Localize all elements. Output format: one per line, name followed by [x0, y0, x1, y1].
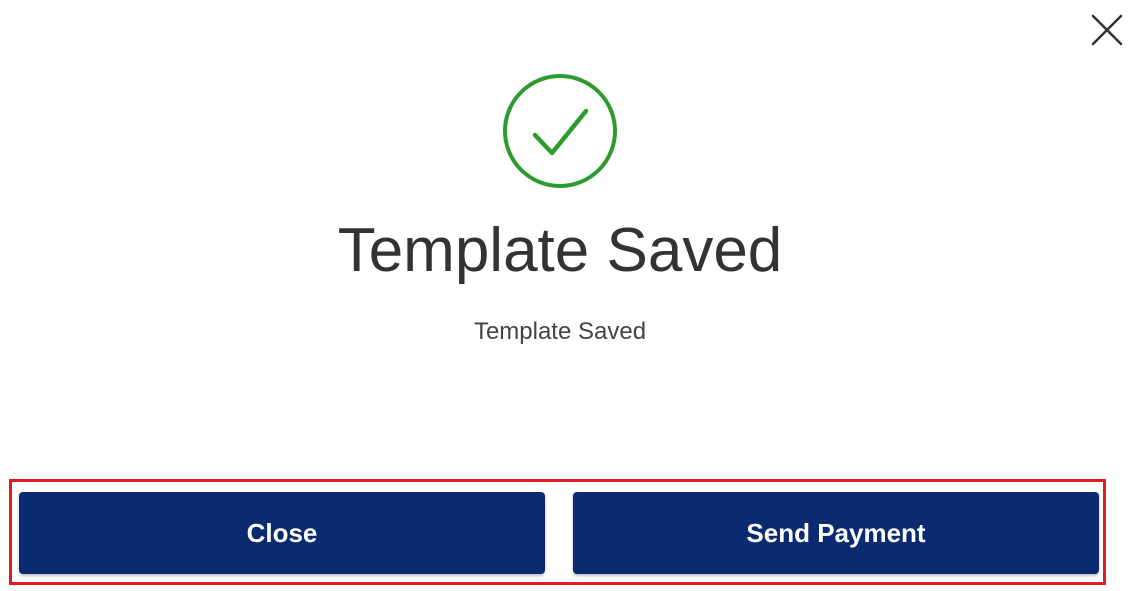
send-payment-button[interactable]: Send Payment — [573, 492, 1099, 574]
close-button[interactable]: Close — [19, 492, 545, 574]
close-x-icon[interactable] — [1090, 13, 1124, 47]
dialog-message: Template Saved — [473, 318, 647, 345]
check-circle-icon — [502, 73, 618, 189]
template-saved-dialog: Template Saved Template Saved Close Send… — [0, 0, 1136, 591]
dialog-title: Template Saved — [337, 216, 783, 285]
